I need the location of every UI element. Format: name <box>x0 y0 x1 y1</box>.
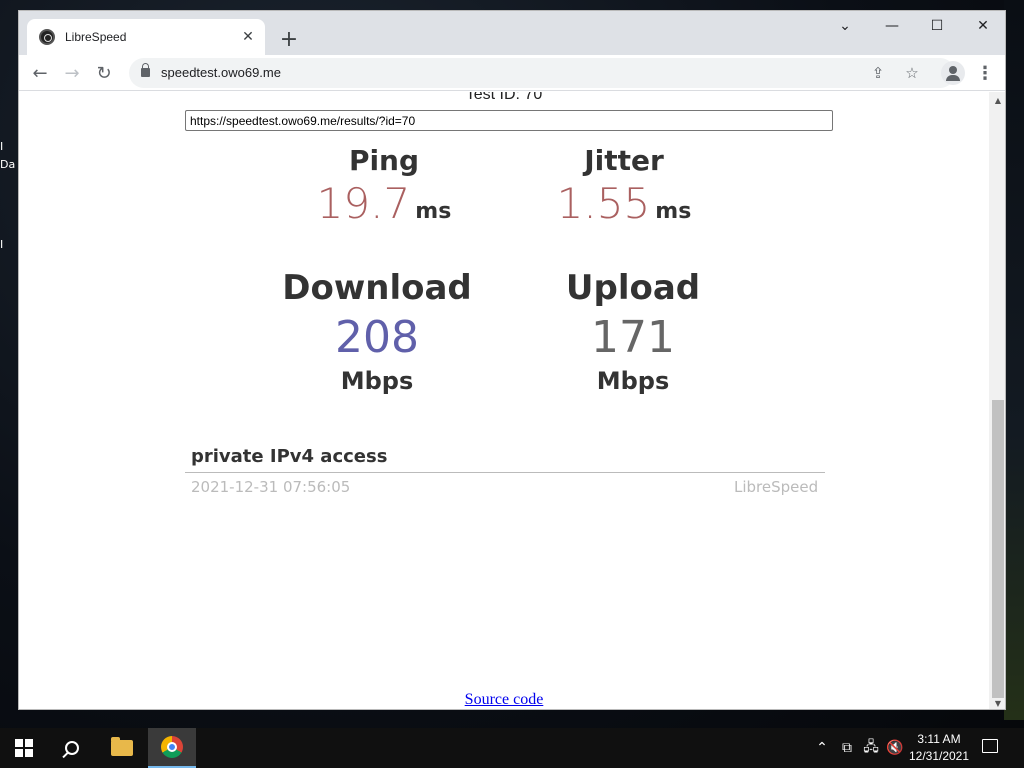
jitter-meter: Jitter 1.55 ms <box>524 144 724 228</box>
network-icon[interactable]: 🖧 <box>862 738 880 758</box>
download-meter: Download 208 Mbps <box>267 268 487 395</box>
back-arrow-icon[interactable]: ← <box>27 60 53 86</box>
upload-label: Upload <box>565 268 701 308</box>
jitter-label: Jitter <box>584 144 664 177</box>
scroll-up-icon[interactable]: ▲ <box>993 95 1003 105</box>
desktop-icon-fragment: I <box>0 140 4 153</box>
browser-toolbar: ← → ↻ speedtest.owo69.me ⇪ ☆ ⋮ <box>19 55 1005 91</box>
page-content: Test ID: 70 Ping 19.7 ms Jitter 1.55 ms … <box>19 92 989 709</box>
test-timestamp: 2021-12-31 07:56:05 <box>191 478 351 496</box>
source-code-link[interactable]: Source code <box>19 691 989 709</box>
desktop-icon-fragment: I <box>0 238 4 251</box>
tab-librespeed[interactable]: LibreSpeed ✕ <box>27 19 265 55</box>
chevron-up-icon[interactable]: ⌃ <box>814 738 830 758</box>
new-tab-button[interactable]: + <box>275 25 303 53</box>
tab-title: LibreSpeed <box>65 30 127 44</box>
minimize-button[interactable]: — <box>869 11 915 41</box>
download-value: 208 <box>335 312 419 363</box>
chrome-taskbar-button[interactable] <box>148 728 196 768</box>
scroll-thumb[interactable] <box>992 400 1004 698</box>
system-clock[interactable]: 3:11 AM 12/31/2021 <box>906 731 972 765</box>
librespeed-favicon-icon <box>39 29 55 45</box>
address-bar[interactable]: speedtest.owo69.me ⇪ ☆ <box>129 58 955 88</box>
jitter-result: 1.55 ms <box>524 179 724 228</box>
jitter-unit: ms <box>655 199 692 224</box>
brand-watermark: LibreSpeed <box>734 478 819 496</box>
clock-time: 3:11 AM <box>917 732 961 746</box>
desktop-wallpaper <box>1004 0 1024 720</box>
upload-meter: Upload 171 Mbps <box>523 268 743 395</box>
ping-result: 19.7 ms <box>284 179 484 228</box>
kebab-menu-icon[interactable]: ⋮ <box>973 60 997 86</box>
share-icon[interactable]: ⇪ <box>867 62 889 84</box>
vertical-scrollbar[interactable]: ▲ ▼ <box>989 92 1005 709</box>
windows-logo-icon <box>15 739 33 757</box>
bookmark-star-icon[interactable]: ☆ <box>901 62 923 84</box>
lock-icon[interactable] <box>141 63 150 77</box>
tab-search-chevron-icon[interactable]: ⌄ <box>822 11 868 41</box>
ping-label: Ping <box>348 144 420 177</box>
taskbar: ⌃ ⧉ 🖧 🔇 3:11 AM 12/31/2021 <box>0 728 1024 768</box>
isp-info: private IPv4 access <box>191 446 388 467</box>
upload-value: 171 <box>591 312 675 363</box>
ping-meter: Ping 19.7 ms <box>284 144 484 228</box>
folder-icon <box>111 737 133 756</box>
profile-avatar-icon[interactable] <box>941 61 965 85</box>
file-explorer-button[interactable] <box>98 728 146 768</box>
close-tab-icon[interactable]: ✕ <box>237 26 259 48</box>
scroll-down-icon[interactable]: ▼ <box>993 698 1003 708</box>
volume-muted-icon[interactable]: 🔇 <box>886 738 904 758</box>
desktop-icon-fragment: Da <box>0 158 16 171</box>
taskbar-search-button[interactable] <box>48 728 96 768</box>
chrome-icon <box>161 736 183 758</box>
ping-value: 19.7 <box>316 179 411 228</box>
maximize-button[interactable]: ☐ <box>914 11 960 41</box>
clock-date: 12/31/2021 <box>908 749 970 763</box>
forward-arrow-icon[interactable]: → <box>59 60 85 86</box>
close-window-button[interactable]: ✕ <box>960 11 1005 41</box>
start-button[interactable] <box>0 728 48 768</box>
download-label: Download <box>282 268 472 308</box>
browser-window: LibreSpeed ✕ + ⌄ — ☐ ✕ ← → ↻ speedtest.o… <box>18 10 1006 710</box>
reload-icon[interactable]: ↻ <box>91 60 117 86</box>
test-id-label: Test ID: 70 <box>465 92 543 103</box>
notification-icon[interactable] <box>982 739 998 753</box>
security-alert-icon[interactable]: ⧉ <box>838 738 856 758</box>
url-text[interactable]: speedtest.owo69.me <box>161 65 281 80</box>
ping-unit: ms <box>415 199 452 224</box>
search-icon <box>65 741 79 755</box>
divider <box>185 472 825 473</box>
download-unit: Mbps <box>340 367 414 395</box>
jitter-value: 1.55 <box>556 179 651 228</box>
tab-bar: LibreSpeed ✕ + ⌄ — ☐ ✕ <box>19 11 1005 55</box>
upload-unit: Mbps <box>596 367 670 395</box>
result-url-field[interactable] <box>185 110 833 131</box>
